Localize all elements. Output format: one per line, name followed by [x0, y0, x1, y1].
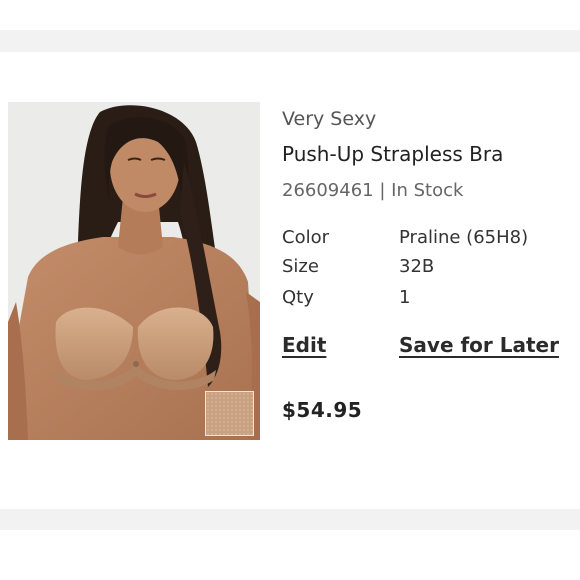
color-value: Praline (65H8) — [399, 227, 529, 248]
edit-link[interactable]: Edit — [282, 331, 326, 359]
stock-status: In Stock — [391, 180, 464, 201]
product-name: Push-Up Strapless Bra — [282, 142, 504, 166]
product-sku: 26609461 — [282, 180, 374, 201]
qty-value: 1 — [399, 287, 411, 308]
section-divider-bottom — [0, 509, 580, 530]
size-label: Size — [282, 256, 319, 277]
size-value: 32B — [399, 256, 435, 277]
color-label: Color — [282, 227, 329, 248]
sku-separator: | — [379, 180, 386, 201]
color-swatch[interactable] — [205, 391, 254, 436]
product-details: Very Sexy Push-Up Strapless Bra 26609461… — [282, 106, 572, 204]
section-divider-top — [0, 30, 580, 52]
qty-label: Qty — [282, 287, 314, 308]
save-for-later-link[interactable]: Save for Later — [399, 331, 559, 359]
model-photo-illustration — [8, 102, 260, 440]
sku-stock-line: 26609461 | In Stock — [282, 178, 572, 204]
product-price: $54.95 — [282, 398, 363, 422]
product-collection: Very Sexy — [282, 108, 377, 130]
product-image[interactable] — [8, 102, 260, 440]
